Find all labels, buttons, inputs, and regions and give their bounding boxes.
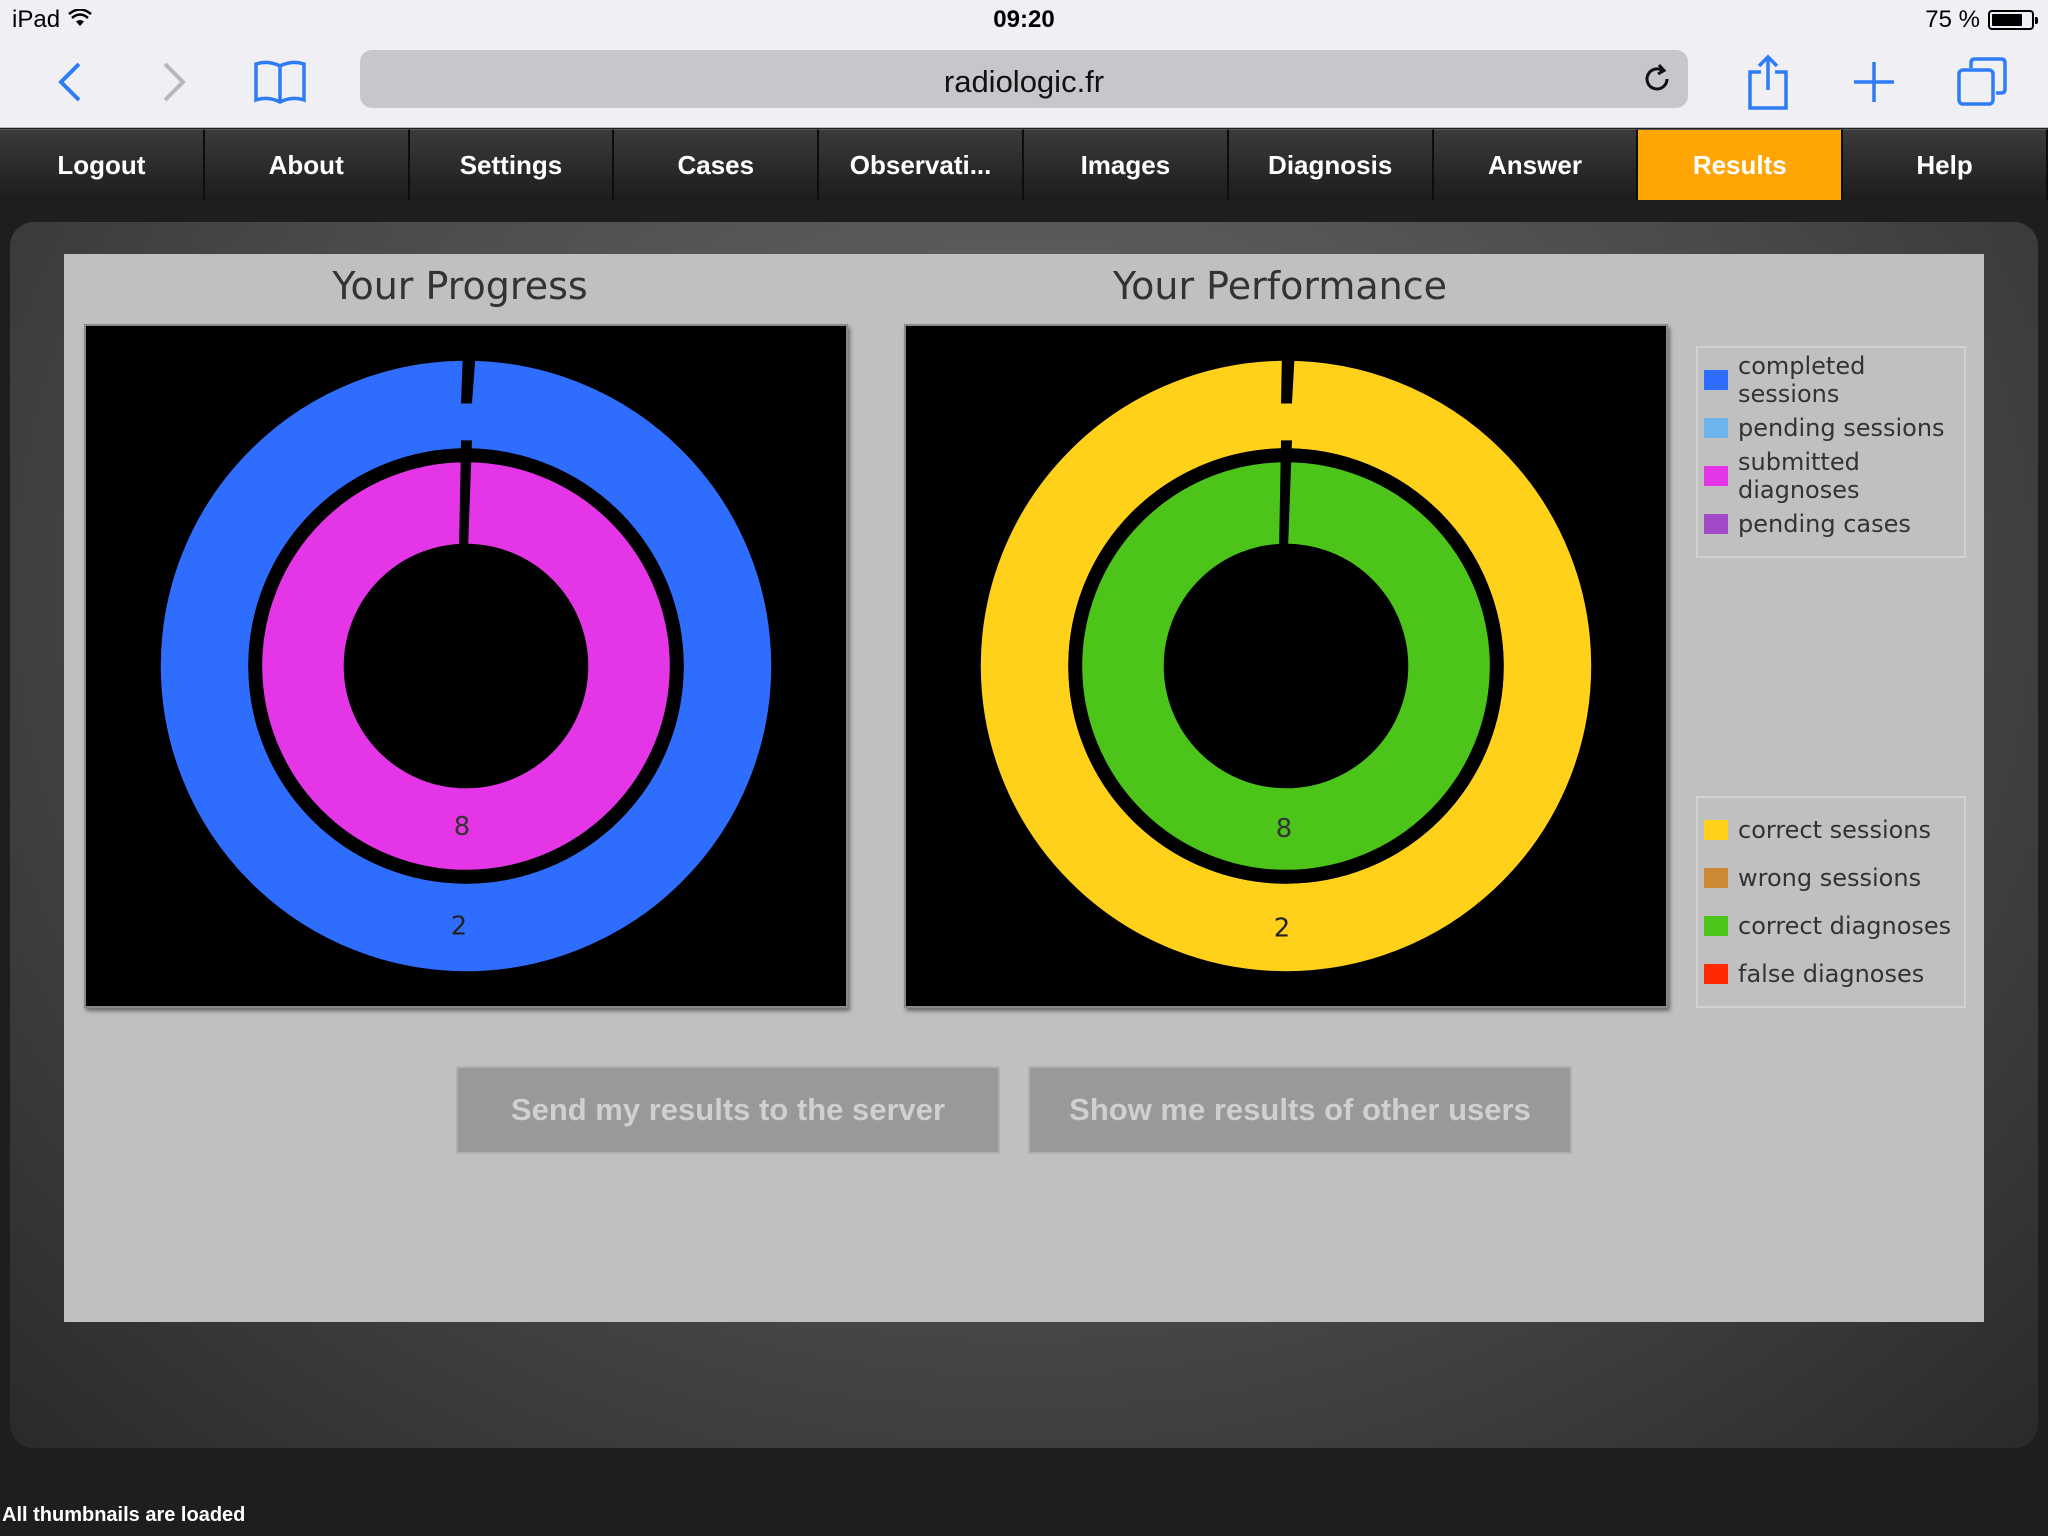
nav-label: Settings bbox=[459, 149, 563, 180]
legend-swatch bbox=[1704, 370, 1728, 390]
ios-status-bar: iPad 09:20 75 % bbox=[0, 0, 2048, 40]
status-message: All thumbnails are loaded bbox=[0, 1494, 2048, 1536]
legend-label: wrong sessions bbox=[1738, 864, 1922, 892]
nav-help[interactable]: Help bbox=[1843, 129, 2048, 200]
battery-icon bbox=[1988, 10, 2038, 30]
performance-inner-value: 8 bbox=[1276, 814, 1292, 844]
nav-settings[interactable]: Settings bbox=[409, 129, 615, 200]
legend-swatch bbox=[1704, 964, 1728, 984]
legend-label: pending sessions bbox=[1738, 414, 1945, 442]
progress-chart: 8 2 bbox=[84, 324, 848, 1008]
legend-swatch bbox=[1704, 466, 1728, 486]
performance-outer-value: 2 bbox=[1274, 913, 1290, 943]
nav-label: Observati... bbox=[849, 149, 992, 180]
nav-diagnosis[interactable]: Diagnosis bbox=[1228, 129, 1434, 200]
nav-label: Diagnosis bbox=[1268, 149, 1393, 180]
legend-item: pending sessions bbox=[1704, 404, 1958, 452]
legend-label: correct sessions bbox=[1738, 816, 1932, 844]
performance-chart: 8 2 bbox=[904, 324, 1668, 1008]
bookmarks-icon[interactable] bbox=[246, 48, 314, 116]
send-results-button[interactable]: Send my results to the server bbox=[456, 1066, 1000, 1154]
nav-answer[interactable]: Answer bbox=[1433, 129, 1639, 200]
legend-item: submitted diagnoses bbox=[1704, 448, 1958, 504]
legend-label: submitted diagnoses bbox=[1738, 448, 1860, 504]
reload-icon[interactable] bbox=[1640, 62, 1674, 96]
nav-label: About bbox=[268, 149, 344, 180]
legend-swatch bbox=[1704, 418, 1728, 438]
nav-label: Help bbox=[1916, 149, 1973, 180]
nav-label: Cases bbox=[677, 149, 755, 180]
nav-label: Answer bbox=[1488, 149, 1582, 180]
legend-label: false diagnoses bbox=[1738, 960, 1925, 988]
address-bar[interactable]: radiologic.fr bbox=[360, 50, 1688, 108]
progress-donut: 8 2 bbox=[160, 349, 772, 972]
progress-inner-value: 8 bbox=[454, 812, 470, 842]
progress-legend: completed sessions pending sessions subm… bbox=[1696, 346, 1966, 558]
nav-logout[interactable]: Logout bbox=[0, 129, 205, 200]
legend-swatch bbox=[1704, 820, 1728, 840]
legend-item: correct sessions bbox=[1704, 806, 1958, 854]
app-nav: Logout About Settings Cases Observati...… bbox=[0, 129, 2048, 200]
nav-about[interactable]: About bbox=[204, 129, 410, 200]
results-panel: Your Progress 8 2 Your Performance 8 2 c… bbox=[64, 254, 1984, 1322]
legend-item: pending cases bbox=[1704, 500, 1958, 548]
legend-label: correct diagnoses bbox=[1738, 912, 1952, 940]
nav-observations[interactable]: Observati... bbox=[819, 129, 1024, 200]
legend-item: correct diagnoses bbox=[1704, 902, 1958, 950]
new-tab-icon[interactable] bbox=[1840, 48, 1908, 116]
browser-toolbar: radiologic.fr bbox=[0, 40, 2048, 128]
legend-swatch bbox=[1704, 514, 1728, 534]
performance-donut: 8 2 bbox=[980, 349, 1592, 972]
legend-item: completed sessions bbox=[1704, 352, 1958, 408]
clock: 09:20 bbox=[993, 6, 1055, 33]
performance-legend: correct sessions wrong sessions correct … bbox=[1696, 796, 1966, 1008]
legend-item: false diagnoses bbox=[1704, 950, 1958, 998]
nav-results[interactable]: Results bbox=[1638, 129, 1844, 200]
nav-label: Images bbox=[1080, 149, 1171, 180]
share-icon[interactable] bbox=[1734, 48, 1802, 116]
progress-outer-value: 2 bbox=[451, 911, 467, 941]
nav-label: Results bbox=[1692, 149, 1787, 180]
battery-percent: 75 % bbox=[1925, 6, 1980, 33]
nav-images[interactable]: Images bbox=[1023, 129, 1229, 200]
show-others-results-button[interactable]: Show me results of other users bbox=[1028, 1066, 1572, 1154]
performance-title: Your Performance bbox=[1112, 264, 1447, 308]
content-stage: Your Progress 8 2 Your Performance 8 2 c… bbox=[10, 222, 2038, 1448]
legend-swatch bbox=[1704, 868, 1728, 888]
legend-swatch bbox=[1704, 916, 1728, 936]
url-text: radiologic.fr bbox=[943, 64, 1105, 99]
tabs-icon[interactable] bbox=[1948, 48, 2016, 116]
nav-label: Logout bbox=[57, 149, 146, 180]
forward-icon[interactable] bbox=[140, 48, 208, 116]
back-icon[interactable] bbox=[36, 48, 104, 116]
legend-label: completed sessions bbox=[1738, 352, 1866, 408]
nav-cases[interactable]: Cases bbox=[614, 129, 820, 200]
legend-label: pending cases bbox=[1738, 510, 1911, 538]
legend-item: wrong sessions bbox=[1704, 854, 1958, 902]
progress-title: Your Progress bbox=[332, 264, 588, 308]
